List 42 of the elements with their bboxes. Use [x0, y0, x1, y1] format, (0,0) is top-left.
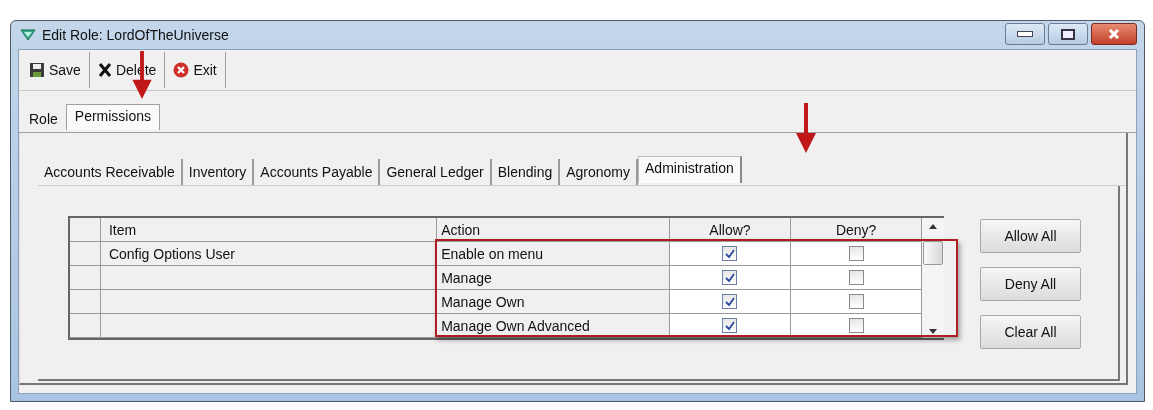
window-title: Edit Role: LordOfTheUniverse [42, 27, 229, 43]
column-header: Allow? [669, 218, 792, 241]
checkbox[interactable] [722, 294, 738, 309]
checkbox[interactable] [848, 246, 864, 261]
column-header: Item [100, 218, 438, 241]
checkbox[interactable] [722, 318, 738, 333]
table-cell: Manage Own Advanced [437, 314, 670, 337]
save-button[interactable]: Save [21, 52, 90, 88]
close-button[interactable] [1091, 23, 1137, 45]
column-header: Action [437, 218, 670, 241]
annotation-arrow [795, 103, 817, 153]
minimize-button[interactable] [1005, 23, 1045, 45]
checkbox[interactable] [848, 270, 864, 285]
exit-icon [173, 62, 190, 78]
checkbox[interactable] [848, 318, 864, 333]
cross-icon [97, 62, 112, 78]
checkbox[interactable] [722, 270, 738, 285]
checkbox[interactable] [848, 294, 864, 309]
action-button[interactable]: Deny All [980, 267, 1081, 301]
checkbox[interactable] [722, 246, 738, 261]
table-cell: Enable on menu [437, 242, 670, 265]
action-button[interactable]: Allow All [980, 219, 1081, 253]
scroll-down-icon[interactable] [929, 329, 937, 334]
scrollbar[interactable] [922, 218, 944, 338]
app-icon [20, 29, 36, 41]
tab[interactable]: Role [21, 107, 66, 132]
table-cell: Manage [437, 266, 670, 289]
scroll-thumb[interactable] [923, 241, 943, 265]
tab[interactable]: Inventory [182, 159, 255, 185]
exit-button[interactable]: Exit [165, 52, 226, 88]
table-cell: Config Options User [100, 242, 438, 265]
tab[interactable]: Blending [491, 159, 561, 185]
tab[interactable]: Administration [638, 156, 742, 183]
tab[interactable]: Accounts Payable [254, 159, 381, 185]
scroll-up-icon[interactable] [929, 224, 937, 229]
table-cell: Manage Own [437, 290, 670, 313]
close-icon [1107, 29, 1121, 39]
tab[interactable]: General Ledger [380, 159, 492, 185]
tab[interactable]: Accounts Receivable [38, 159, 183, 185]
action-button[interactable]: Clear All [980, 315, 1081, 349]
tab[interactable]: Permissions [65, 104, 161, 130]
maximize-button[interactable] [1048, 23, 1088, 45]
